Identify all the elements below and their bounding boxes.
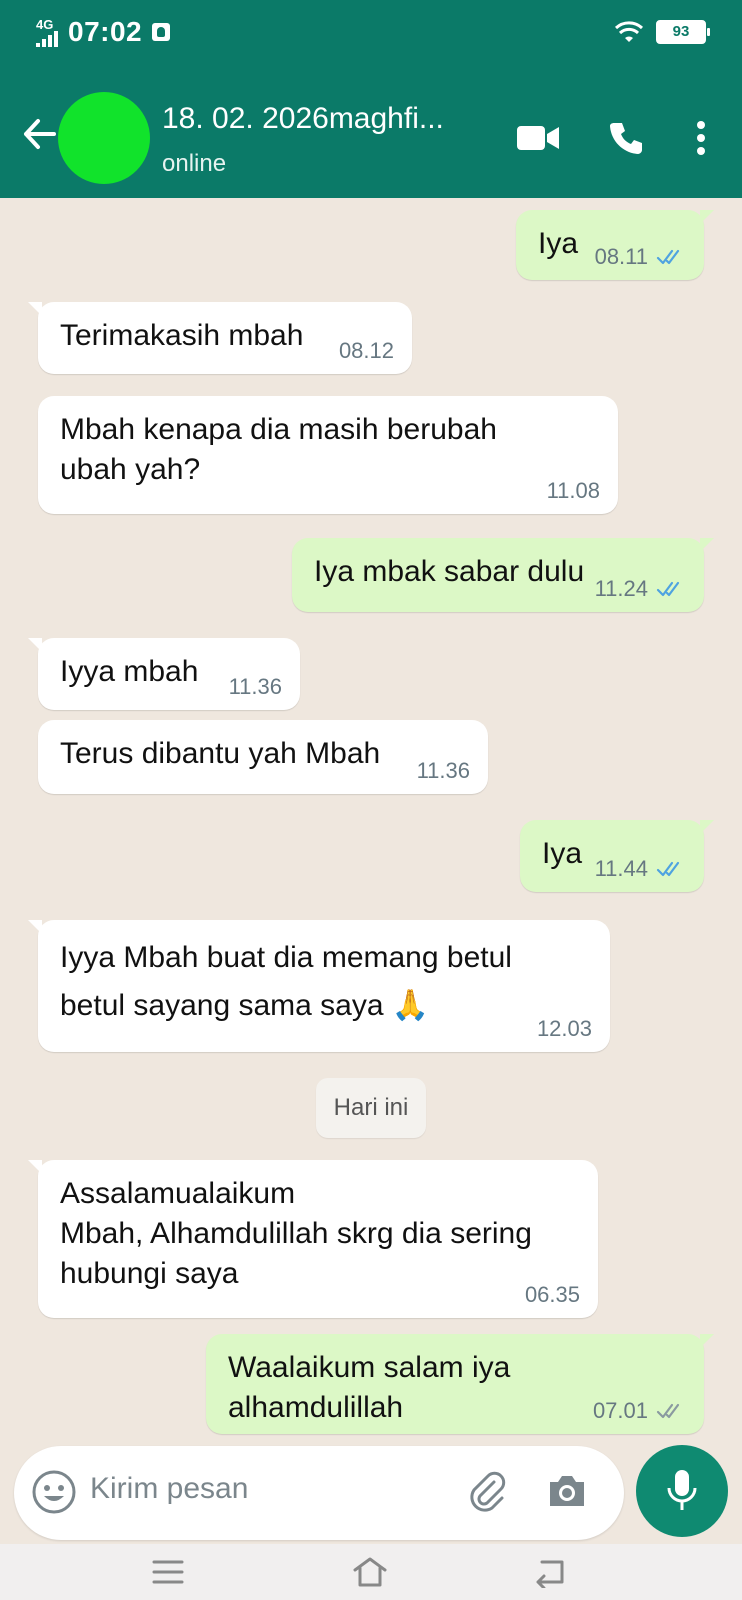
menu-nav-icon[interactable] bbox=[150, 1556, 186, 1588]
message-time: 08.12 bbox=[338, 338, 394, 363]
message-list[interactable]: Iya 08.11 Terimakasih mbah 08.12 Mbah ke… bbox=[0, 198, 742, 1440]
chat-header: 4G 07:02 93 18. 02. 2026maghfi... online bbox=[0, 0, 742, 198]
date-divider: Hari ini bbox=[316, 1078, 426, 1138]
contact-status: online bbox=[162, 150, 227, 177]
message-bubble-incoming[interactable]: Iyya Mbah buat dia memang betul betul sa… bbox=[28, 920, 610, 1052]
signal-icon bbox=[36, 30, 58, 47]
message-bubble-incoming[interactable]: Terus dibantu yah Mbah 11.36 bbox=[38, 720, 488, 794]
message-bubble-incoming[interactable]: Iyya mbah 11.36 bbox=[28, 638, 300, 710]
message-time: 11.44 bbox=[594, 856, 648, 881]
message-time: 07.01 bbox=[592, 1398, 648, 1423]
message-text: Mbah kenapa dia masih berubah ubah yah? bbox=[60, 413, 497, 486]
back-nav-icon[interactable] bbox=[532, 1556, 568, 1588]
contact-avatar[interactable] bbox=[58, 92, 150, 184]
network-type: 4G bbox=[36, 16, 54, 32]
wifi-icon bbox=[614, 21, 644, 42]
battery-icon: 93 bbox=[656, 20, 710, 44]
contact-name[interactable]: 18. 02. 2026maghfi... bbox=[162, 102, 444, 136]
message-composer[interactable]: Kirim pesan bbox=[14, 1446, 624, 1540]
message-text: Terus dibantu yah Mbah bbox=[60, 737, 381, 770]
message-time: 11.08 bbox=[546, 478, 600, 503]
status-bar: 4G 07:02 93 bbox=[0, 0, 742, 72]
video-call-icon[interactable] bbox=[516, 116, 560, 160]
message-time: 11.24 bbox=[594, 576, 648, 601]
message-text: Iyya Mbah buat dia memang betul betul sa… bbox=[60, 941, 512, 1022]
message-text: Assalamualaikum Mbah, Alhamdulillah skrg… bbox=[60, 1177, 532, 1290]
back-arrow-icon[interactable] bbox=[18, 112, 62, 156]
attach-icon[interactable] bbox=[464, 1468, 510, 1514]
read-receipt-icon bbox=[656, 248, 686, 266]
voice-call-icon[interactable] bbox=[604, 116, 648, 160]
message-bubble-incoming[interactable]: Assalamualaikum Mbah, Alhamdulillah skrg… bbox=[28, 1160, 598, 1318]
message-time: 08.11 bbox=[594, 244, 648, 269]
camera-icon[interactable] bbox=[544, 1468, 590, 1514]
microphone-icon bbox=[667, 1470, 697, 1510]
voice-message-button[interactable] bbox=[636, 1445, 728, 1537]
more-options-icon[interactable] bbox=[686, 116, 716, 160]
message-bubble-outgoing[interactable]: Iya 08.11 bbox=[516, 210, 714, 280]
message-bubble-outgoing[interactable]: Waalaikum salam iya alhamdulillah 07.01 bbox=[206, 1334, 714, 1434]
read-receipt-icon bbox=[656, 860, 686, 878]
app-bar: 18. 02. 2026maghfi... online bbox=[0, 86, 742, 196]
message-time: 06.35 bbox=[524, 1282, 580, 1307]
home-nav-icon[interactable] bbox=[352, 1556, 388, 1588]
message-bubble-outgoing[interactable]: Iya 11.44 bbox=[520, 820, 714, 892]
message-time: 11.36 bbox=[416, 758, 470, 783]
delivered-receipt-icon bbox=[656, 1402, 686, 1420]
message-time: 12.03 bbox=[536, 1016, 592, 1041]
system-navigation-bar bbox=[0, 1544, 742, 1600]
message-bubble-incoming[interactable]: Mbah kenapa dia masih berubah ubah yah? … bbox=[38, 396, 618, 514]
message-bubble-outgoing[interactable]: Iya mbak sabar dulu 11.24 bbox=[292, 538, 714, 612]
notification-icon bbox=[152, 23, 171, 41]
message-time: 11.36 bbox=[228, 674, 282, 699]
emoji-icon[interactable] bbox=[32, 1470, 76, 1514]
status-time: 07:02 bbox=[68, 16, 143, 47]
network-indicator: 4G bbox=[36, 18, 58, 47]
message-input[interactable]: Kirim pesan bbox=[90, 1472, 248, 1506]
read-receipt-icon bbox=[656, 580, 686, 598]
message-bubble-incoming[interactable]: Terimakasih mbah 08.12 bbox=[28, 302, 412, 374]
